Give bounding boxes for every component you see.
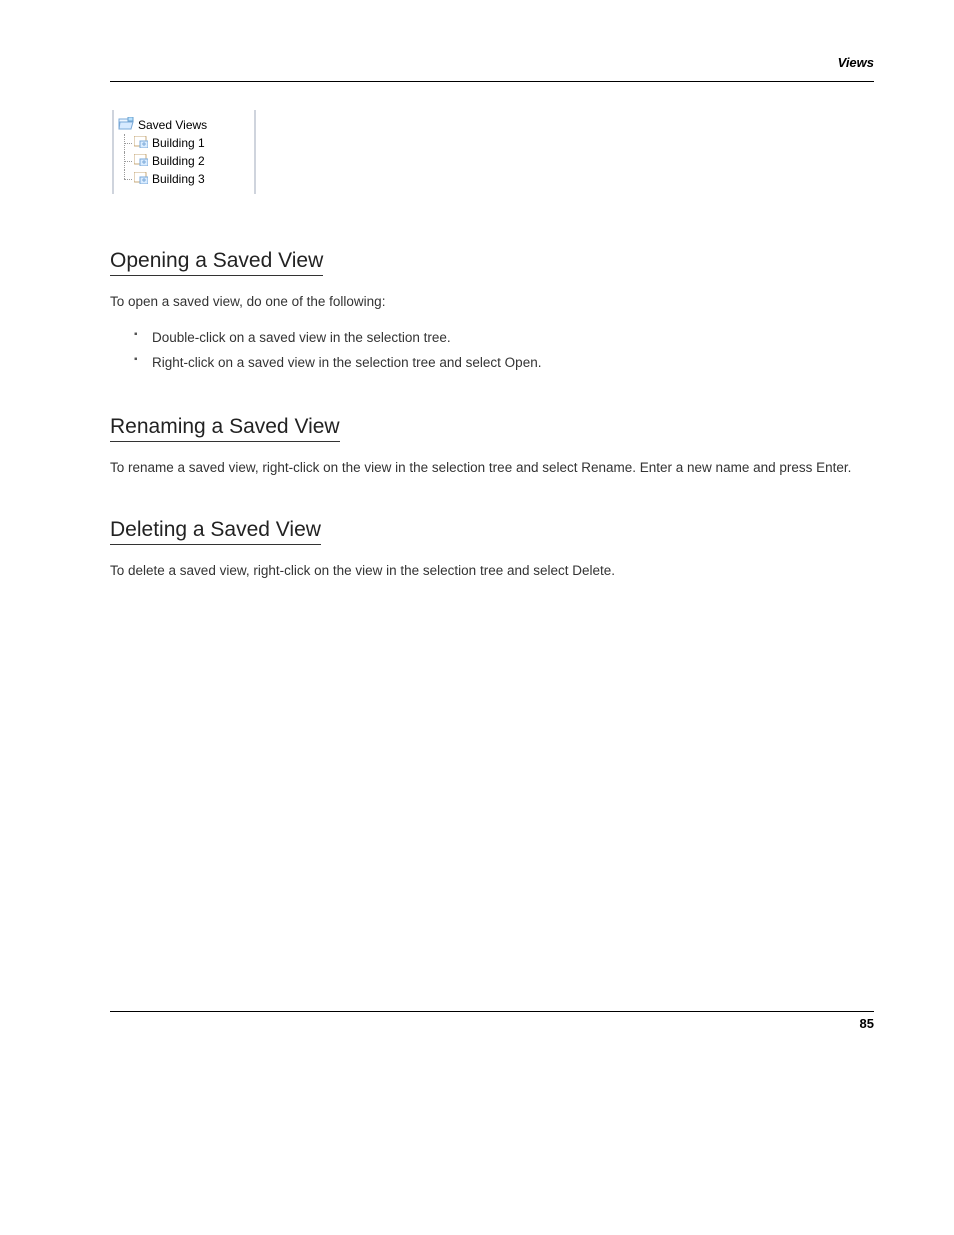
tree-item[interactable]: Building 1: [118, 134, 248, 152]
view-item-icon: [134, 172, 148, 187]
section-heading: Opening a Saved View: [110, 249, 323, 276]
page-number: 85: [110, 1016, 874, 1031]
section-rename-view: Renaming a Saved View To rename a saved …: [110, 415, 874, 478]
section-body: To delete a saved view, right-click on t…: [110, 561, 874, 581]
section-intro: To open a saved view, do one of the foll…: [110, 292, 874, 312]
views-root-icon: [118, 117, 134, 134]
tree-root-label: Saved Views: [138, 118, 207, 132]
view-item-icon: [134, 136, 148, 151]
saved-views-tree: Saved Views Building 1: [112, 110, 256, 194]
tree-item[interactable]: Building 3: [118, 170, 248, 188]
section-body: To rename a saved view, right-click on t…: [110, 458, 874, 478]
tree-item-label: Building 1: [152, 136, 205, 150]
page-header: Views: [110, 55, 874, 77]
tree-root[interactable]: Saved Views: [118, 116, 248, 134]
tree-item[interactable]: Building 2: [118, 152, 248, 170]
footer-divider: [110, 1011, 874, 1012]
bullet-list: Double-click on a saved view in the sele…: [134, 326, 874, 375]
bullet-item: Right-click on a saved view in the selec…: [134, 351, 874, 375]
tree-item-label: Building 2: [152, 154, 205, 168]
header-divider: [110, 81, 874, 82]
header-section-title: Views: [838, 55, 874, 70]
bullet-item: Double-click on a saved view in the sele…: [134, 326, 874, 350]
section-open-view: Opening a Saved View To open a saved vie…: [110, 249, 874, 375]
section-delete-view: Deleting a Saved View To delete a saved …: [110, 518, 874, 581]
tree-item-label: Building 3: [152, 172, 205, 186]
page-spacer: [110, 581, 874, 1011]
document-page: Views Saved Views Buil: [0, 0, 954, 1235]
section-heading: Renaming a Saved View: [110, 415, 340, 442]
section-heading: Deleting a Saved View: [110, 518, 321, 545]
view-item-icon: [134, 154, 148, 169]
